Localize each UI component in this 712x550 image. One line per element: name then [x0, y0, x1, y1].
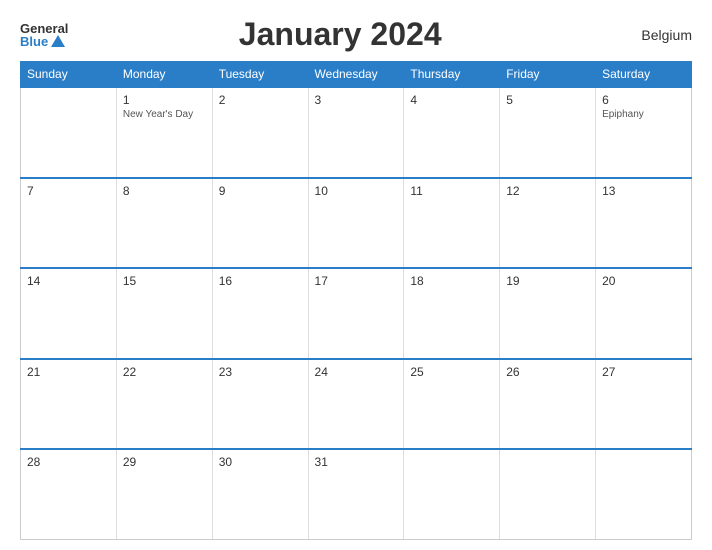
day-number: 19: [506, 274, 589, 288]
col-sunday: Sunday: [21, 62, 117, 88]
calendar-cell: 21: [21, 359, 117, 450]
calendar-page: General Blue January 2024 Belgium Sunday…: [0, 0, 712, 550]
calendar-cell: 18: [404, 268, 500, 359]
day-number: 23: [219, 365, 302, 379]
calendar-cell: 14: [21, 268, 117, 359]
day-number: 22: [123, 365, 206, 379]
calendar-cell: 16: [212, 268, 308, 359]
col-saturday: Saturday: [596, 62, 692, 88]
calendar-cell: 6 Epiphany: [596, 87, 692, 178]
day-number: 5: [506, 93, 589, 107]
day-number: 10: [315, 184, 398, 198]
header: General Blue January 2024 Belgium: [20, 16, 692, 53]
calendar-week-row: 1 New Year's Day 23456 Epiphany: [21, 87, 692, 178]
day-number: 4: [410, 93, 493, 107]
calendar-cell: 15: [116, 268, 212, 359]
day-number: 20: [602, 274, 685, 288]
col-monday: Monday: [116, 62, 212, 88]
day-number: 29: [123, 455, 206, 469]
calendar-week-row: 789 10 11 12 13: [21, 178, 692, 269]
day-number: 9: [219, 184, 302, 198]
calendar-body: 1New Year's Day23456Epiphany789101112131…: [21, 87, 692, 540]
country-label: Belgium: [612, 27, 692, 43]
calendar-table: Sunday Monday Tuesday Wednesday Thursday…: [20, 61, 692, 540]
calendar-cell: 22: [116, 359, 212, 450]
day-number: 2: [219, 93, 302, 107]
day-number: 13: [602, 184, 685, 198]
logo-triangle-icon: [51, 35, 65, 47]
calendar-cell: 8: [116, 178, 212, 269]
calendar-cell: [21, 87, 117, 178]
calendar-cell: 7: [21, 178, 117, 269]
day-number: 25: [410, 365, 493, 379]
calendar-cell: 12: [500, 178, 596, 269]
day-header-row: Sunday Monday Tuesday Wednesday Thursday…: [21, 62, 692, 88]
calendar-cell: 30: [212, 449, 308, 540]
day-number: 18: [410, 274, 493, 288]
day-number: 8: [123, 184, 206, 198]
logo-general-text: General: [20, 22, 68, 35]
calendar-cell: [500, 449, 596, 540]
day-number: 11: [410, 184, 493, 198]
calendar-title: January 2024: [68, 16, 612, 53]
calendar-cell: 19: [500, 268, 596, 359]
day-number: 31: [315, 455, 398, 469]
day-number: 24: [315, 365, 398, 379]
calendar-cell: 26: [500, 359, 596, 450]
day-number: 1: [123, 93, 206, 107]
day-number: 30: [219, 455, 302, 469]
calendar-cell: 10: [308, 178, 404, 269]
calendar-cell: 1 New Year's Day: [116, 87, 212, 178]
calendar-cell: 13: [596, 178, 692, 269]
calendar-cell: [404, 449, 500, 540]
calendar-cell: 3: [308, 87, 404, 178]
col-thursday: Thursday: [404, 62, 500, 88]
calendar-week-row: 14 15 16 17 18 19 20: [21, 268, 692, 359]
calendar-cell: 17: [308, 268, 404, 359]
calendar-cell: 31: [308, 449, 404, 540]
day-number: 21: [27, 365, 110, 379]
calendar-cell: 29: [116, 449, 212, 540]
calendar-cell: 25: [404, 359, 500, 450]
calendar-cell: 23: [212, 359, 308, 450]
logo-blue-text: Blue: [20, 35, 68, 48]
col-tuesday: Tuesday: [212, 62, 308, 88]
day-number: 28: [27, 455, 110, 469]
calendar-cell: 28: [21, 449, 117, 540]
day-number: 7: [27, 184, 110, 198]
calendar-cell: 9: [212, 178, 308, 269]
calendar-week-row: 28 29 30 31: [21, 449, 692, 540]
day-number: 15: [123, 274, 206, 288]
calendar-header: Sunday Monday Tuesday Wednesday Thursday…: [21, 62, 692, 88]
day-number: 27: [602, 365, 685, 379]
calendar-cell: 2: [212, 87, 308, 178]
calendar-cell: 11: [404, 178, 500, 269]
calendar-week-row: 21 22 23 24 25 26 27: [21, 359, 692, 450]
calendar-cell: 27: [596, 359, 692, 450]
day-number: 12: [506, 184, 589, 198]
calendar-cell: [596, 449, 692, 540]
calendar-cell: 20: [596, 268, 692, 359]
calendar-cell: 4: [404, 87, 500, 178]
col-friday: Friday: [500, 62, 596, 88]
day-number: 17: [315, 274, 398, 288]
calendar-cell: 24: [308, 359, 404, 450]
day-number: 3: [315, 93, 398, 107]
holiday-label: New Year's Day: [123, 109, 206, 120]
holiday-label: Epiphany: [602, 109, 685, 120]
calendar-cell: 5: [500, 87, 596, 178]
day-number: 16: [219, 274, 302, 288]
day-number: 26: [506, 365, 589, 379]
day-number: 14: [27, 274, 110, 288]
col-wednesday: Wednesday: [308, 62, 404, 88]
day-number: 6: [602, 93, 685, 107]
logo: General Blue: [20, 22, 68, 48]
